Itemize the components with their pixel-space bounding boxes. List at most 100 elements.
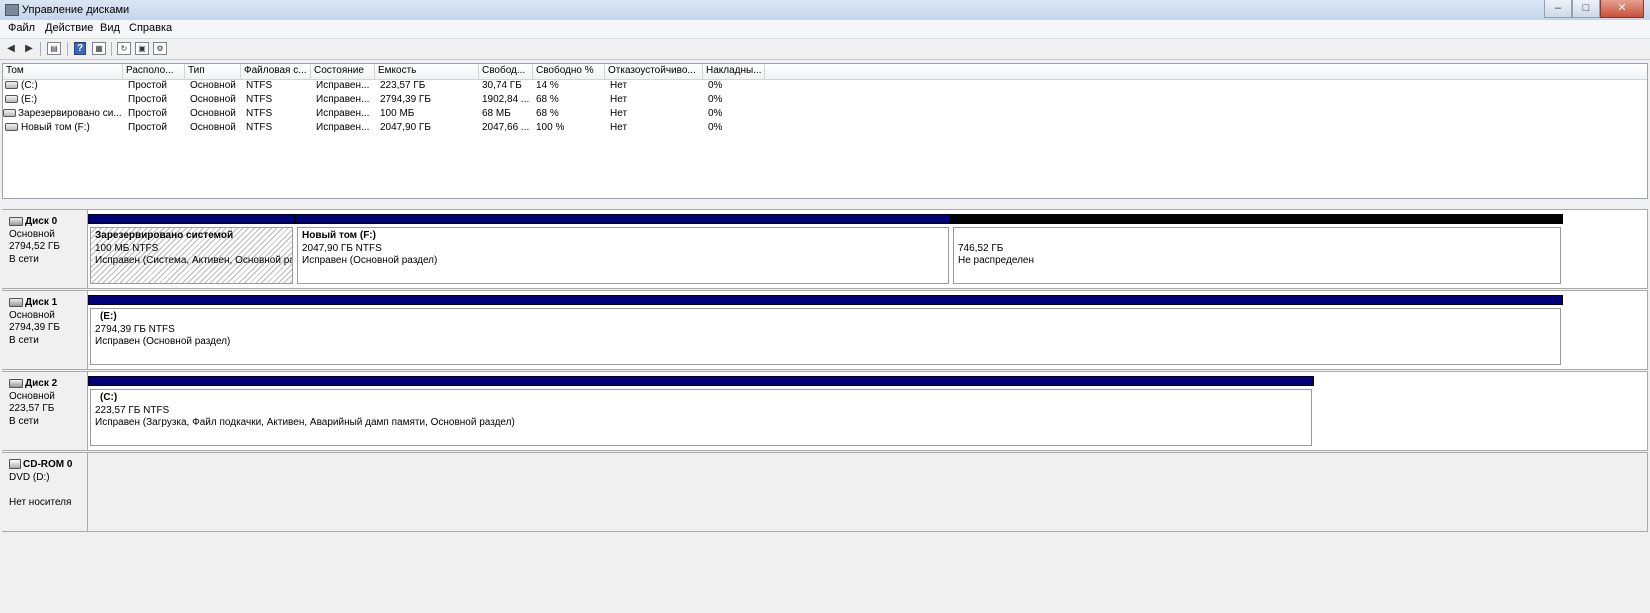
cell-free-space: 2047,66 ... [482, 122, 530, 133]
table-row[interactable]: (C:) Простой Основной NTFS Исправен... 2… [3, 79, 1647, 93]
drive-icon [5, 95, 18, 104]
volume-list[interactable]: Том Располо... Тип Файловая с... Состоян… [2, 63, 1648, 199]
menu-file[interactable]: Файл [8, 22, 35, 34]
table-row[interactable]: Зарезервировано си... Простой Основной N… [3, 107, 1647, 121]
column-header-volume[interactable]: Том [3, 64, 123, 79]
cell-free-percent: 14 % [536, 80, 559, 91]
partition-size: 2047,90 ГБ NTFS [302, 242, 382, 254]
disk-management-app-icon [5, 4, 19, 16]
column-header-free-percent[interactable]: Свободно % [533, 64, 605, 79]
column-header-overhead[interactable]: Накладны... [703, 64, 765, 79]
partition-bar [295, 214, 951, 224]
cell-free-percent: 68 % [536, 94, 559, 105]
disk-size: 223,57 ГБ [9, 403, 55, 414]
partition-body: 746,52 ГБ Не распределен [953, 227, 1561, 284]
partition-status: Исправен (Основной раздел) [95, 336, 231, 347]
cell-filesystem: NTFS [246, 108, 273, 119]
disk-2-label[interactable]: Диск 2 Основной 223,57 ГБ В сети [2, 371, 88, 451]
cell-free-space: 68 МБ [482, 108, 511, 119]
partition-bar [88, 295, 1563, 305]
minimize-button[interactable]: – [1544, 0, 1572, 18]
disk-name: Диск 0 [25, 216, 58, 227]
partition-e[interactable]: (E:) 2794,39 ГБ NTFS Исправен (Основной … [88, 295, 1563, 367]
close-button[interactable]: ✕ [1600, 0, 1644, 18]
cell-volume: (E:) [3, 93, 123, 107]
cell-volume-text: (C:) [21, 80, 38, 91]
cdrom-0-label[interactable]: CD-ROM 0 DVD (D:) Нет носителя [2, 452, 88, 532]
toolbar-separator [111, 42, 112, 56]
cell-free-space: 30,74 ГБ [482, 80, 522, 91]
drive-icon [5, 123, 18, 132]
cdrom-name: CD-ROM 0 [23, 459, 73, 470]
partition-c[interactable]: (C:) 223,57 ГБ NTFS Исправен (Загрузка, … [88, 376, 1314, 448]
cell-overhead: 0% [708, 122, 723, 133]
toolbar-separator [67, 42, 68, 56]
cell-status: Исправен... [316, 108, 370, 119]
disk-0-label[interactable]: Диск 0 Основной 2794,52 ГБ В сети [2, 209, 88, 289]
disk-2-partitions: (C:) 223,57 ГБ NTFS Исправен (Загрузка, … [88, 371, 1648, 451]
partition-new-volume-f[interactable]: Новый том (F:) 2047,90 ГБ NTFS Исправен … [295, 214, 951, 286]
rescan-icon[interactable]: ▣ [135, 42, 149, 55]
menu-view[interactable]: Вид [100, 22, 120, 34]
cell-type: Основной [190, 80, 236, 91]
toolbar-separator [40, 42, 41, 56]
disk-status: В сети [9, 334, 39, 346]
table-row[interactable]: Новый том (F:) Простой Основной NTFS Исп… [3, 121, 1647, 135]
cell-capacity: 2794,39 ГБ [380, 94, 431, 105]
column-header-capacity[interactable]: Емкость [375, 64, 479, 79]
partition-size: 2794,39 ГБ NTFS [95, 323, 175, 335]
partition-bar [951, 214, 1563, 224]
disk-type: Основной [9, 309, 55, 321]
cell-filesystem: NTFS [246, 122, 273, 133]
menu-action[interactable]: Действие [45, 22, 93, 34]
refresh-icon[interactable]: ↻ [117, 42, 131, 55]
cell-volume-text: Новый том (F:) [21, 122, 90, 133]
table-row[interactable]: (E:) Простой Основной NTFS Исправен... 2… [3, 93, 1647, 107]
column-header-free-space[interactable]: Свобод... [479, 64, 533, 79]
cell-status: Исправен... [316, 80, 370, 91]
partition-status: Исправен (Система, Активен, Основной ра [95, 255, 293, 266]
help-icon[interactable]: ? [74, 42, 86, 55]
disk-icon [9, 378, 23, 388]
disk-type: Основной [9, 390, 55, 402]
cell-volume: (C:) [3, 79, 123, 93]
list-icon[interactable]: ▦ [92, 42, 106, 55]
cell-capacity: 100 МБ [380, 108, 415, 119]
partition-name: (E:) [100, 311, 117, 322]
cdrom-icon [9, 459, 21, 470]
partition-body: Новый том (F:) 2047,90 ГБ NTFS Исправен … [297, 227, 949, 284]
disk-1-label[interactable]: Диск 1 Основной 2794,39 ГБ В сети [2, 290, 88, 370]
settings-icon[interactable]: ⚙ [153, 42, 167, 55]
partition-unallocated[interactable]: 746,52 ГБ Не распределен [951, 214, 1563, 286]
cell-fault-tolerance: Нет [610, 122, 628, 133]
partition-status: Не распределен [958, 255, 1034, 266]
properties-icon[interactable]: ▤ [47, 42, 61, 55]
disk-status: В сети [9, 415, 39, 427]
column-header-status[interactable]: Состояние [311, 64, 375, 79]
column-header-type[interactable]: Тип [185, 64, 241, 79]
drive-icon [3, 109, 16, 118]
disk-name: Диск 2 [25, 378, 58, 389]
menu-help[interactable]: Справка [129, 22, 172, 34]
disk-size: 2794,52 ГБ [9, 241, 60, 252]
arrow-right-icon[interactable]: ▶ [22, 42, 36, 55]
column-header-filesystem[interactable]: Файловая с... [241, 64, 311, 79]
cell-overhead: 0% [708, 94, 723, 105]
cell-layout: Простой [128, 80, 167, 91]
disk-name: Диск 1 [25, 297, 58, 308]
cell-filesystem: NTFS [246, 94, 273, 105]
cell-fault-tolerance: Нет [610, 108, 628, 119]
partition-name: Новый том (F:) [302, 230, 376, 241]
cell-type: Основной [190, 108, 236, 119]
column-header-fault-tolerance[interactable]: Отказоустойчиво... [605, 64, 703, 79]
column-header-layout[interactable]: Располо... [123, 64, 185, 79]
cell-type: Основной [190, 94, 236, 105]
partition-system-reserved[interactable]: Зарезервировано системой 100 МБ NTFS Исп… [88, 214, 295, 286]
cell-layout: Простой [128, 122, 167, 133]
arrow-left-icon[interactable]: ◀ [4, 42, 18, 55]
status-bar [0, 590, 1650, 613]
maximize-button[interactable]: □ [1572, 0, 1600, 18]
partition-body: Зарезервировано системой 100 МБ NTFS Исп… [90, 227, 293, 284]
cell-overhead: 0% [708, 108, 723, 119]
cell-fault-tolerance: Нет [610, 94, 628, 105]
